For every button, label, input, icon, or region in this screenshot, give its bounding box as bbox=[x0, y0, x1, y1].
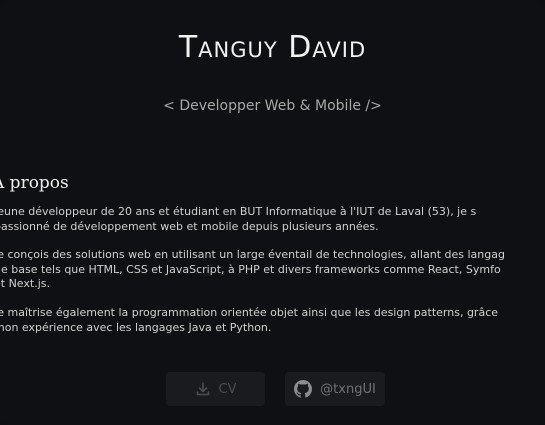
page-subtitle: < Developper Web & Mobile /> bbox=[163, 98, 382, 114]
about-paragraph-1: Jeune développeur de 20 ans et étudiant … bbox=[0, 205, 545, 234]
paragraph-line: et Next.js. bbox=[0, 277, 50, 290]
paragraph-line: passionné de développement web et mobile… bbox=[0, 219, 379, 233]
page-title: Tanguy David bbox=[178, 30, 367, 65]
cv-button-label: CV bbox=[218, 381, 237, 397]
paragraph-line: de base tels que HTML, CSS et JavaScript… bbox=[0, 262, 501, 276]
paragraph-line: mon expérience avec les langages Java et… bbox=[0, 320, 272, 334]
download-cv-button[interactable]: CV bbox=[166, 372, 265, 406]
github-button[interactable]: @txngUI bbox=[285, 372, 385, 406]
paragraph-line: Jeune développeur de 20 ans et étudiant … bbox=[0, 205, 477, 218]
github-button-label: @txngUI bbox=[320, 381, 376, 397]
portfolio-window: Tanguy David < Developper Web & Mobile /… bbox=[0, 0, 545, 425]
paragraph-line: Je maîtrise également la programmation o… bbox=[0, 306, 499, 319]
about-heading: A propos bbox=[0, 173, 69, 193]
download-icon bbox=[195, 381, 211, 397]
github-icon bbox=[294, 380, 313, 398]
about-paragraph-3: Je maîtrise également la programmation o… bbox=[0, 306, 545, 335]
paragraph-line: Je conçois des solutions web en utilisan… bbox=[0, 248, 505, 261]
about-paragraph-2: Je conçois des solutions web en utilisan… bbox=[0, 248, 545, 292]
